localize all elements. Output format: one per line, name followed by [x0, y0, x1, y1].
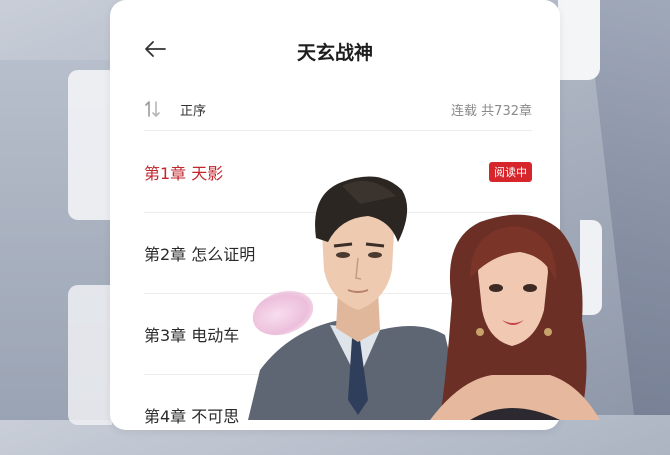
characters-illustration [248, 176, 600, 420]
chapter-title: 第4章 不可思 [144, 407, 240, 426]
background-card-left-top [68, 70, 112, 220]
page-title: 天玄战神 [296, 42, 373, 64]
sort-label[interactable]: 正序 [180, 100, 206, 119]
sort-order-icon[interactable] [144, 99, 166, 119]
male-character [248, 176, 465, 420]
serial-status: 连载 共732章 [451, 103, 532, 119]
background-card-right-top [558, 0, 600, 80]
chapter-title: 第3章 电动车 [144, 326, 240, 345]
sort-row: 正序 连载 共732章 [144, 96, 532, 122]
divider [144, 130, 532, 131]
chapter-title: 第1章 天影 [144, 164, 224, 183]
background-card-left-bottom [68, 285, 112, 425]
female-character [430, 214, 600, 420]
